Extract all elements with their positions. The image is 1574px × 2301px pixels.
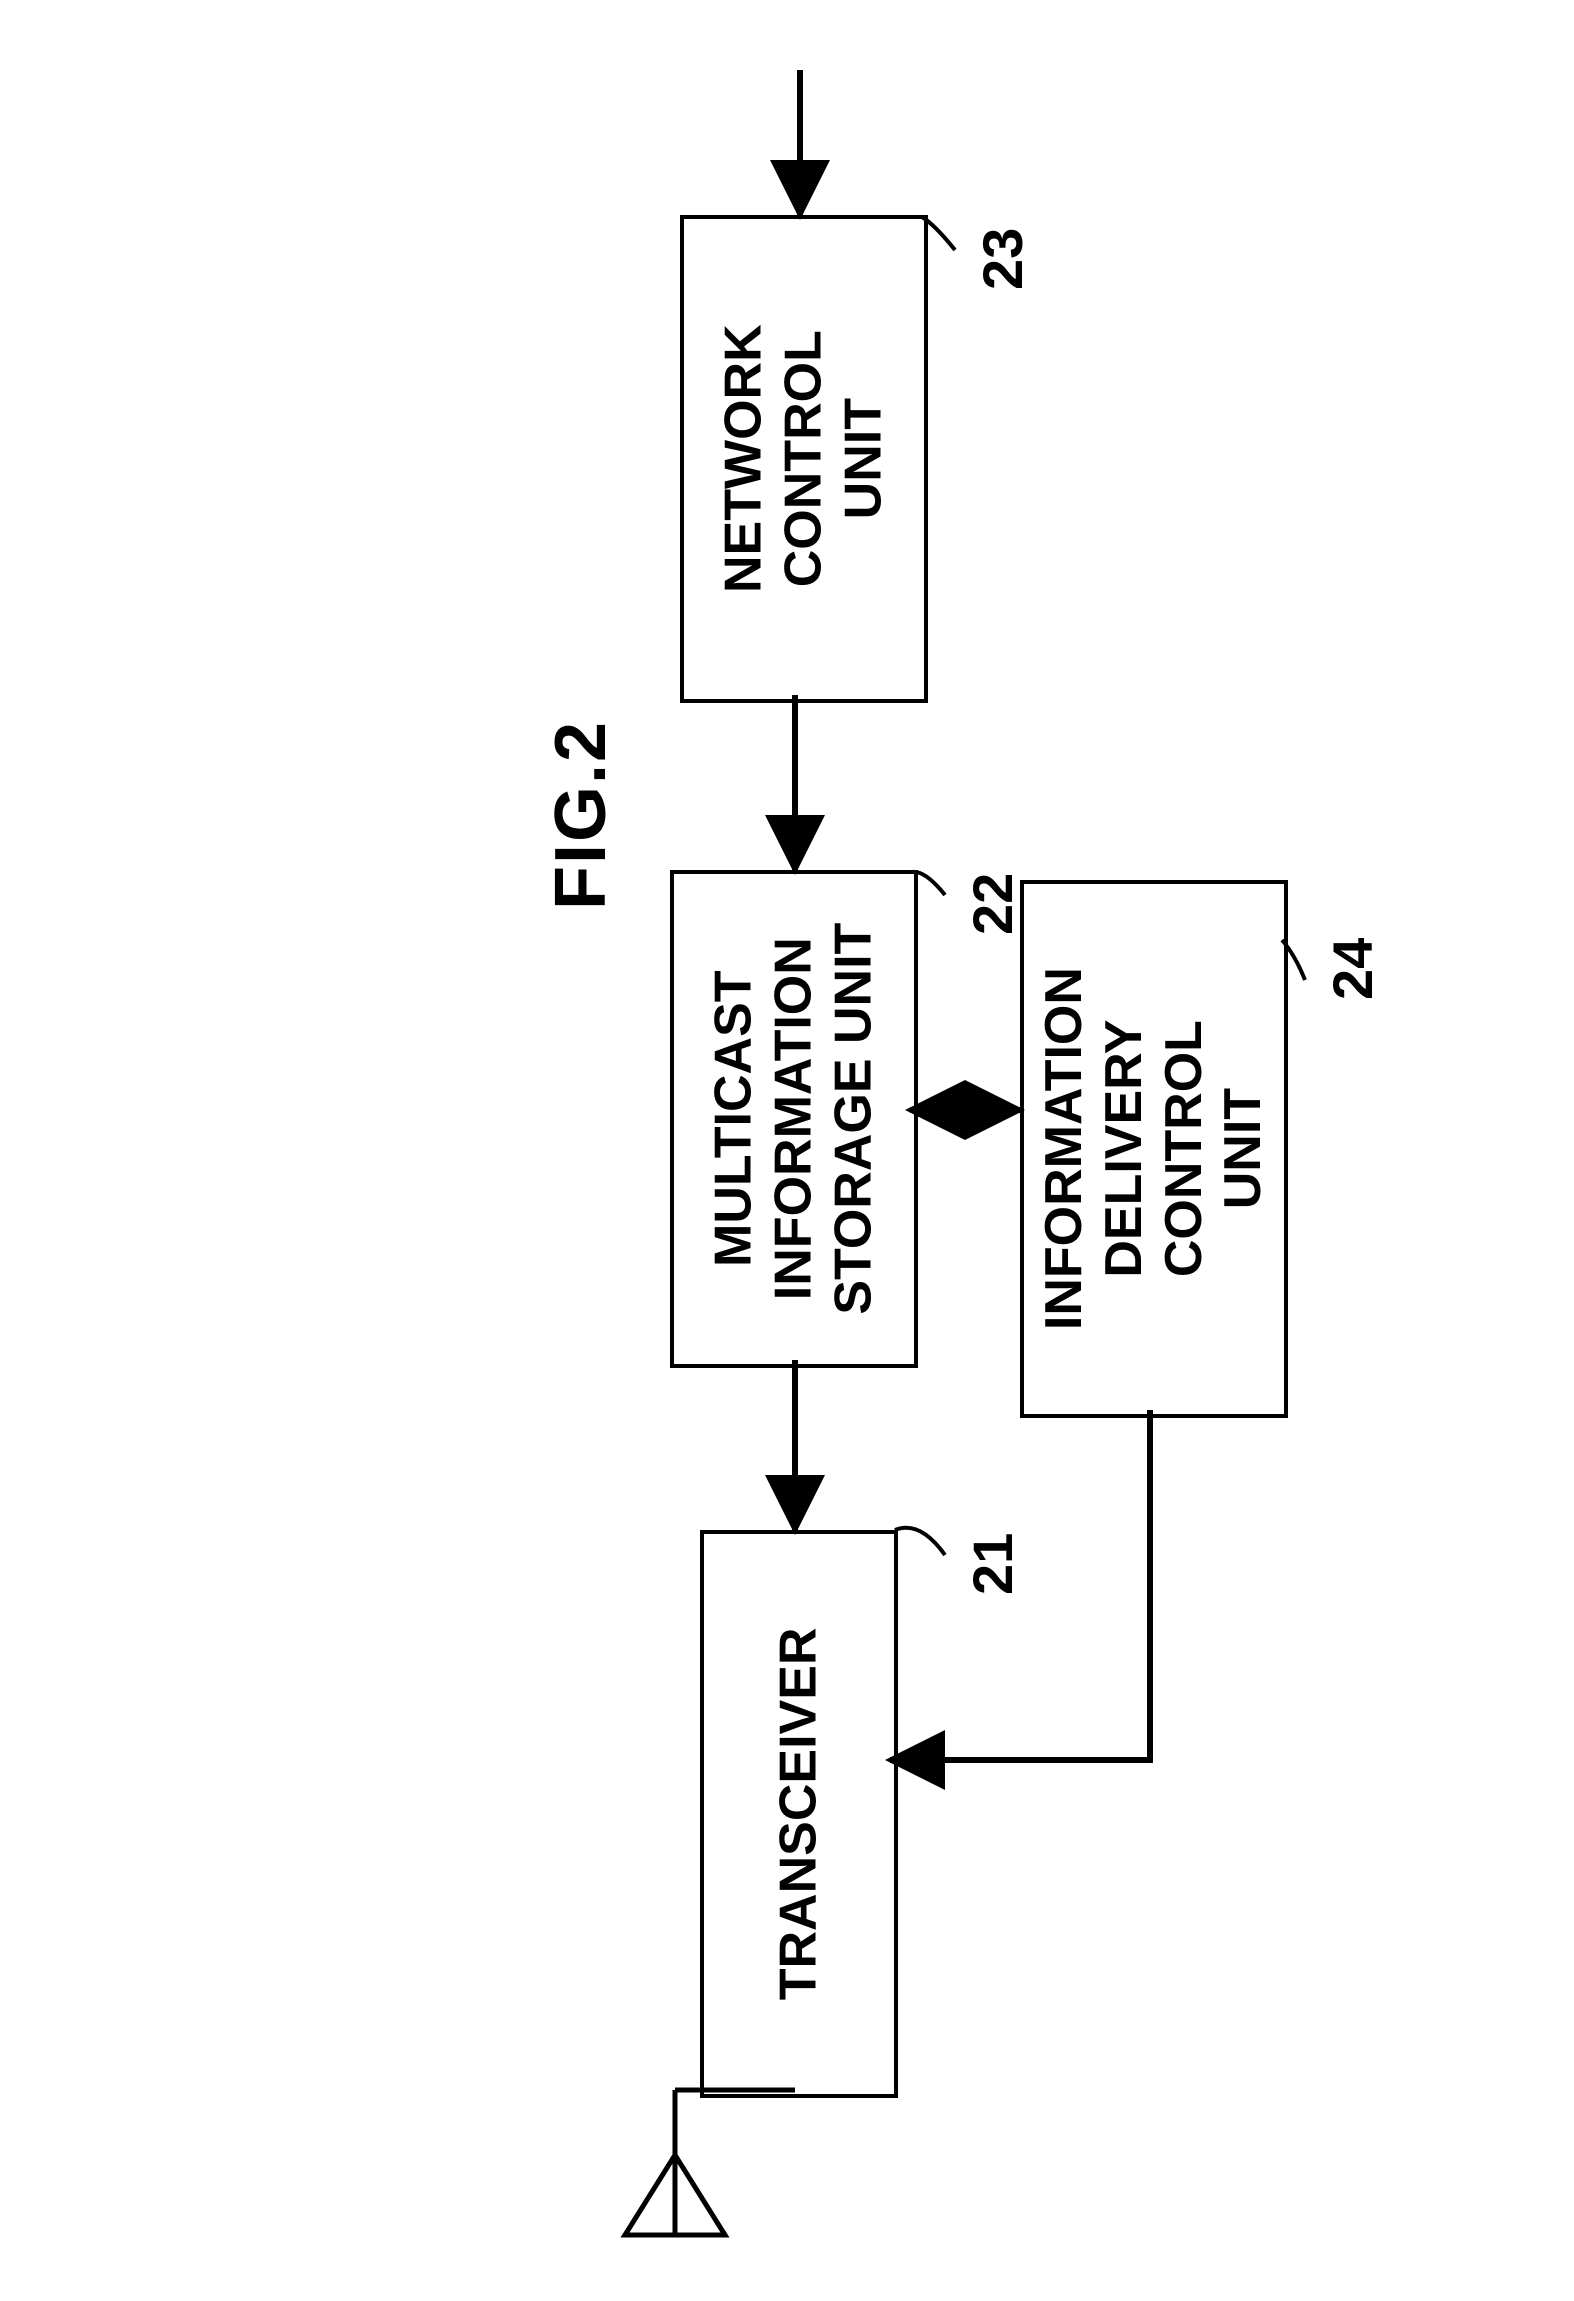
block-storage: MULTICASTINFORMATIONSTORAGE UNIT [670, 870, 918, 1368]
block-network-label: NETWORKCONTROLUNIT [714, 325, 893, 594]
diagram-page: FIG.2 TRANSCEIVER 21 MULTICASTINFORMATIO… [0, 0, 1574, 2301]
block-storage-label: MULTICASTINFORMATIONSTORAGE UNIT [704, 923, 883, 1315]
block-delivery: INFORMATIONDELIVERYCONTROLUNIT [1020, 880, 1288, 1418]
ref-delivery: 24 [1320, 938, 1385, 1000]
antenna-icon [625, 2090, 795, 2235]
ref-network: 23 [970, 228, 1035, 290]
figure-title: FIG.2 [540, 720, 622, 910]
leader-21 [895, 1528, 945, 1555]
ref-transceiver: 21 [960, 1533, 1025, 1595]
block-delivery-label: INFORMATIONDELIVERYCONTROLUNIT [1034, 968, 1273, 1331]
ref-storage: 22 [960, 873, 1025, 935]
figure-title-text: FIG.2 [541, 720, 621, 910]
block-transceiver: TRANSCEIVER [700, 1530, 898, 2098]
block-transceiver-label: TRANSCEIVER [769, 1628, 829, 2001]
block-network: NETWORKCONTROLUNIT [680, 215, 928, 703]
